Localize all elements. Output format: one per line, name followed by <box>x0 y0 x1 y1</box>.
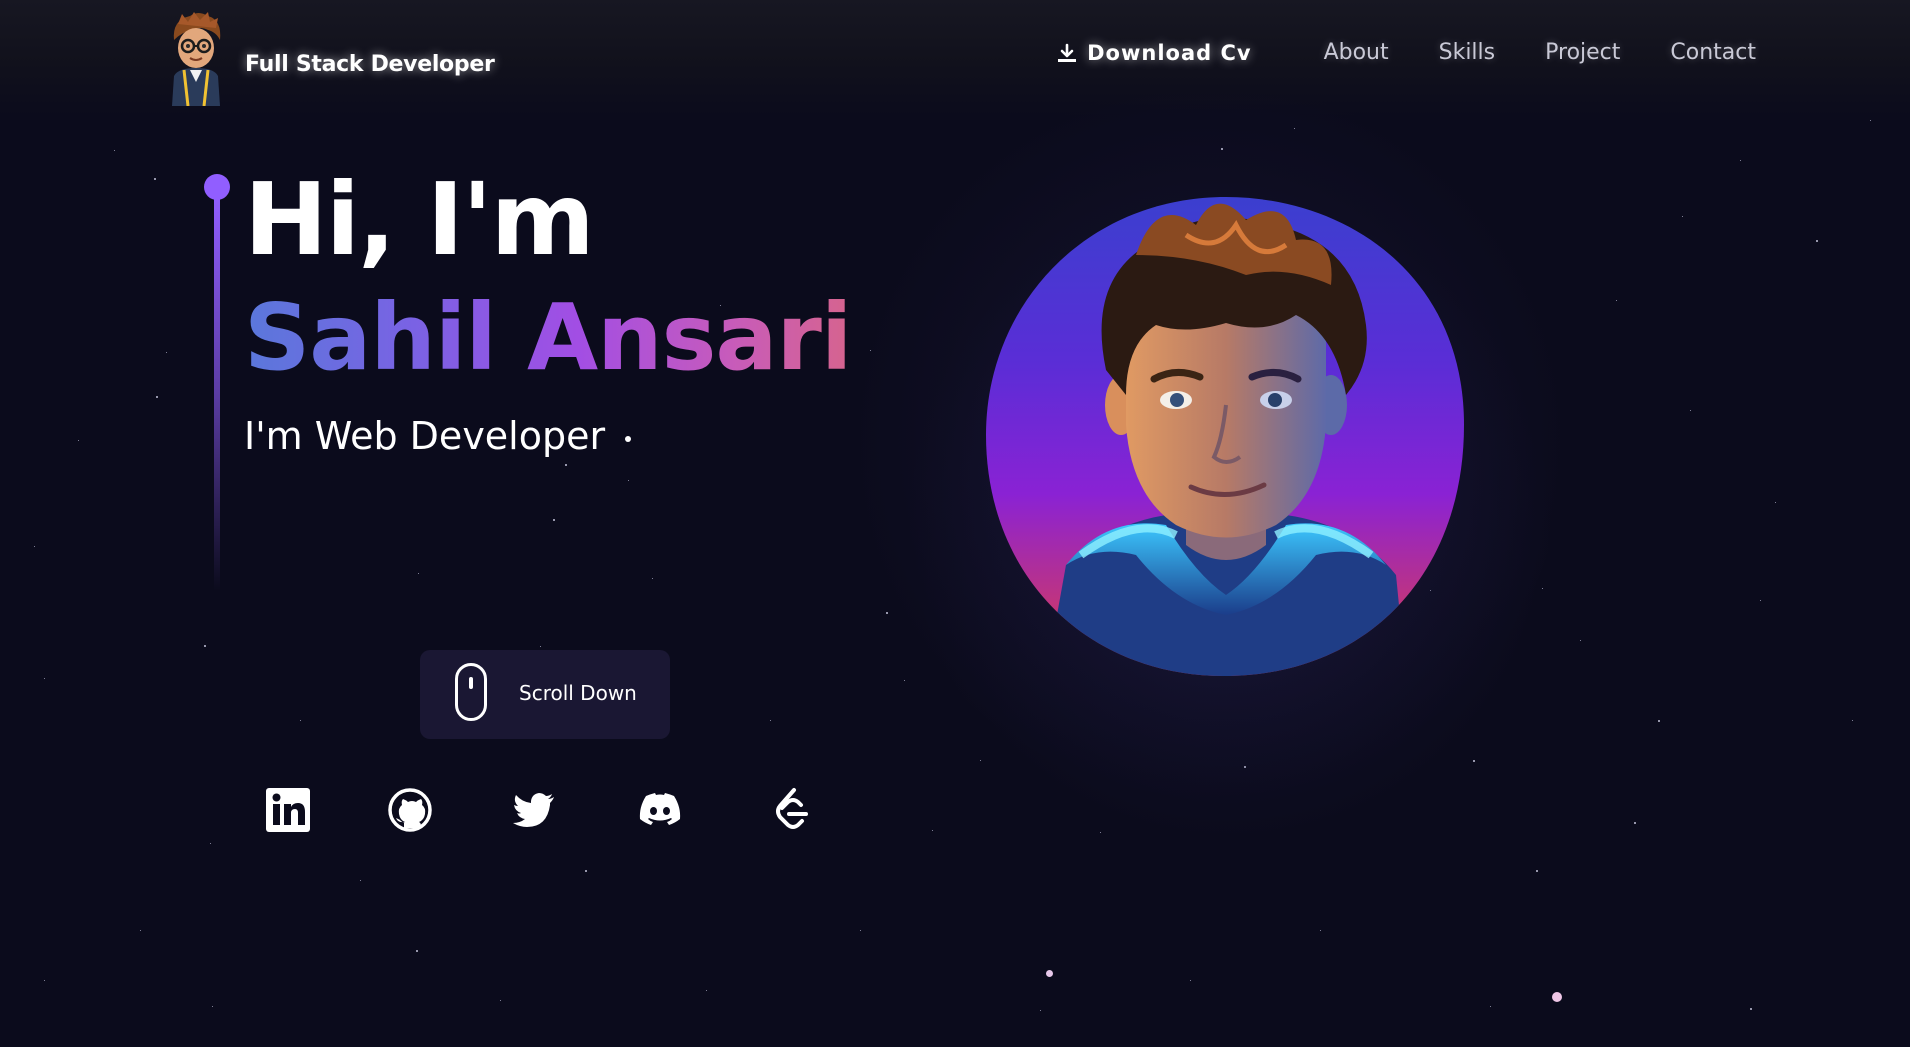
hero-greeting: Hi, I'm <box>244 161 595 278</box>
nav-link-about[interactable]: About <box>1324 40 1389 65</box>
mouse-icon <box>455 663 487 721</box>
hero-role-text: I'm Web Developer <box>244 414 606 458</box>
download-cv-label: Download Cv <box>1087 40 1252 65</box>
page: Full Stack Developer Download Cv About S… <box>0 0 1910 1047</box>
scroll-down-label: Scroll Down <box>519 681 637 705</box>
nav-link-contact[interactable]: Contact <box>1670 40 1756 65</box>
timeline-line <box>214 196 220 591</box>
github-icon <box>388 788 432 832</box>
nav-link-project[interactable]: Project <box>1545 40 1620 65</box>
scroll-down-button[interactable]: Scroll Down <box>420 650 670 739</box>
leetcode-link[interactable] <box>768 786 816 834</box>
typing-cursor <box>625 436 632 442</box>
discord-link[interactable] <box>636 786 684 834</box>
twitter-icon <box>513 793 554 827</box>
download-cv-button[interactable]: Download Cv <box>1057 41 1251 65</box>
discord-icon <box>639 793 681 825</box>
nav-link-skills[interactable]: Skills <box>1439 40 1496 65</box>
profile-portrait <box>986 195 1464 676</box>
brand[interactable]: Full Stack Developer <box>164 10 495 107</box>
hero-name: Sahil Ansari <box>244 282 852 394</box>
linkedin-icon <box>266 788 310 832</box>
nav-menu: Download Cv About Skills Project Contact <box>1057 40 1756 65</box>
hero-role: I'm Web Developer <box>244 414 632 458</box>
navbar: Full Stack Developer Download Cv About S… <box>0 0 1910 116</box>
brand-name: Full Stack Developer <box>245 51 495 77</box>
linkedin-link[interactable] <box>264 786 312 834</box>
logo-avatar <box>164 10 228 107</box>
github-link[interactable] <box>386 786 434 834</box>
download-icon <box>1058 43 1077 62</box>
leetcode-icon <box>776 788 808 829</box>
twitter-link[interactable] <box>510 786 558 834</box>
